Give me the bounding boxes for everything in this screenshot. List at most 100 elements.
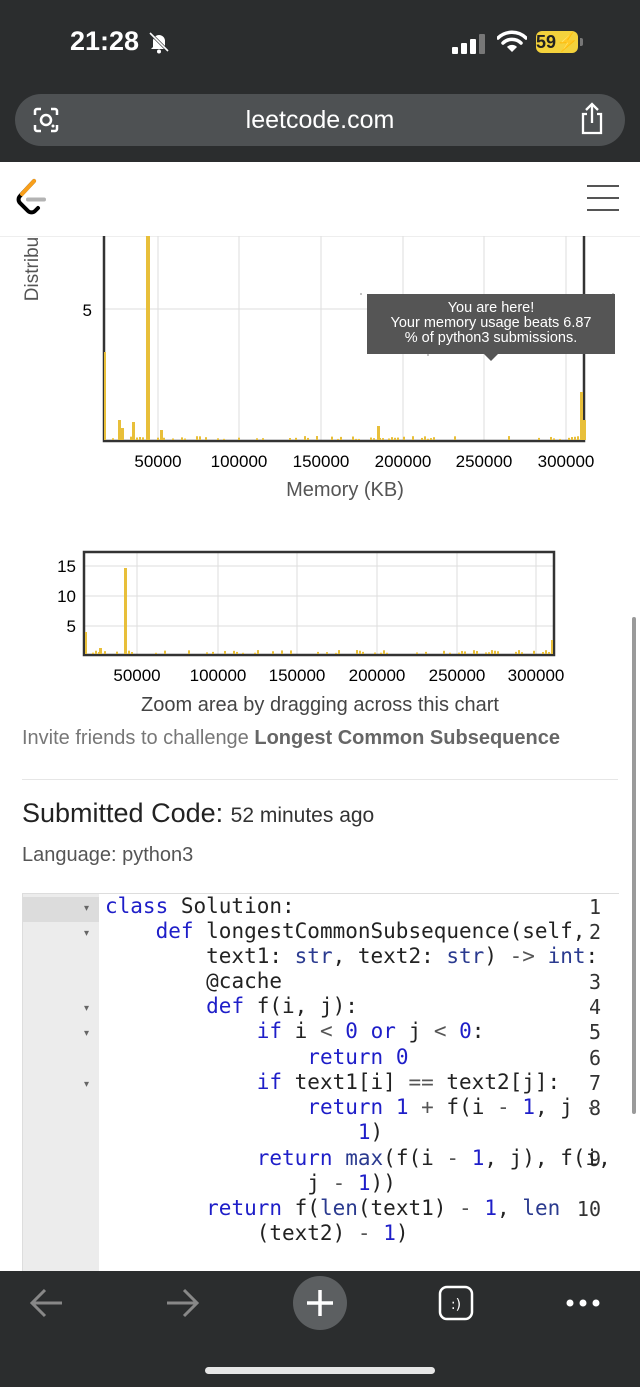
address-bar[interactable]: leetcode.com (15, 94, 625, 146)
overview-navigator-chart[interactable]: 15 10 5 50000 100000 150000 200000 25000… (0, 540, 640, 690)
forward-arrow-icon[interactable] (163, 1286, 201, 1320)
x-tick: 200000 (375, 452, 432, 471)
page-scrollbar[interactable] (632, 617, 636, 1114)
histogram-bar (485, 652, 487, 654)
x-tick: 150000 (293, 452, 350, 471)
leetcode-logo[interactable] (14, 178, 48, 218)
code-line: 1) (357, 1120, 384, 1144)
histogram-bar (130, 436, 132, 440)
page-scan-icon[interactable] (31, 105, 61, 135)
histogram-bar (488, 652, 490, 654)
histogram-bar (256, 438, 258, 440)
code-line: return f(len(text1) - 1, len (206, 1196, 561, 1220)
fold-arrow-icon[interactable]: ▾ (84, 1003, 89, 1014)
browser-top-bar: 21:28 59⚡ leetcode.com (0, 0, 640, 162)
battery-tip (580, 38, 583, 46)
invite-problem-link[interactable]: Longest Common Subsequence (254, 727, 560, 749)
histogram-bar (92, 652, 94, 654)
histogram-bar (508, 436, 510, 440)
tooltip-line: Your memory usage beats 6.87 (390, 315, 592, 331)
line-number: 2 (588, 920, 601, 944)
tooltip-pointer (484, 354, 498, 361)
x-axis-title: Memory (KB) (286, 479, 404, 501)
histogram-bar (397, 437, 399, 440)
line-number: 5 (588, 1020, 601, 1044)
more-options-icon[interactable] (565, 1298, 601, 1308)
histogram-bar (559, 438, 561, 440)
new-tab-button[interactable] (293, 1276, 347, 1330)
histogram-bar (172, 438, 174, 440)
line-number: 6 (588, 1046, 601, 1070)
histogram-bar (224, 650, 226, 654)
line-number: 4 (588, 995, 601, 1019)
back-arrow-icon[interactable] (28, 1286, 66, 1320)
histogram-bar (473, 650, 475, 654)
histogram-bar (124, 568, 127, 654)
x-tick: 300000 (538, 452, 595, 471)
histogram-bar (454, 436, 456, 440)
histogram-bar (515, 651, 517, 654)
histogram-bar (449, 652, 451, 654)
histogram-bar (497, 651, 499, 654)
histogram-bar (427, 438, 429, 440)
fold-arrow-icon[interactable]: ▾ (84, 928, 89, 939)
histogram-bar (316, 436, 318, 440)
histogram-bar (257, 650, 259, 654)
histogram-bar (118, 420, 121, 440)
y-tick: 15 (57, 557, 76, 576)
y-tick: 5 (83, 301, 92, 320)
submitted-code-heading: Submitted Code: 52 minutes ago (22, 798, 374, 829)
histogram-bar (568, 437, 570, 440)
histogram-bar (359, 650, 361, 654)
fold-arrow-icon[interactable]: ▾ (84, 1028, 89, 1039)
fold-arrow-icon[interactable]: ▾ (84, 903, 89, 914)
x-tick: 50000 (134, 452, 181, 471)
histogram-bar (188, 650, 190, 654)
histogram-bar (112, 438, 114, 440)
histogram-bar (380, 652, 382, 654)
code-line: @cache (206, 969, 283, 993)
histogram-bar (307, 437, 309, 440)
histogram-bar (132, 422, 135, 440)
histogram-bar (412, 436, 414, 440)
histogram-bar (331, 436, 333, 440)
x-tick: 250000 (456, 452, 513, 471)
tabs-icon[interactable]: :) (438, 1285, 474, 1321)
browser-bottom-toolbar: :) (0, 1271, 640, 1387)
histogram-bar (421, 437, 423, 440)
histogram-bar (163, 437, 165, 440)
histogram-bar (391, 437, 393, 440)
histogram-bar (217, 438, 219, 440)
histogram-bar (377, 426, 380, 440)
histogram-bar (545, 650, 547, 654)
submitted-title: Submitted Code: (22, 798, 224, 828)
x-tick: 150000 (269, 666, 326, 685)
status-time: 21:28 (70, 26, 140, 56)
histogram-bar (548, 652, 550, 654)
histogram-bar (464, 651, 466, 654)
share-icon[interactable] (577, 102, 607, 136)
fold-arrow-icon[interactable]: ▾ (84, 1079, 89, 1090)
submitted-time: 52 minutes ago (230, 804, 375, 827)
histogram-bar (160, 430, 163, 440)
histogram-bar (355, 438, 357, 440)
code-line: def longestCommonSubsequence(self, (155, 919, 586, 943)
svg-text::): :) (451, 1297, 461, 1313)
histogram-bar (157, 437, 159, 440)
zoom-hint: Zoom area by dragging across this chart (141, 694, 499, 716)
hamburger-menu-icon[interactable] (587, 184, 619, 212)
histogram-bar (374, 652, 376, 654)
histogram-bar (352, 436, 354, 440)
section-divider (22, 779, 618, 780)
code-line: class Solution: (105, 894, 295, 918)
code-editor[interactable]: 1 ▾ 2 ▾ 3 4 ▾ 5 ▾ 6 7 ▾ 8 9 10 class Sol… (22, 893, 619, 1272)
plus-icon (307, 1290, 333, 1316)
memory-distribution-chart[interactable]: 5 50000 100000 150000 200000 250000 3000… (0, 236, 640, 476)
home-indicator (205, 1367, 435, 1374)
histogram-bar (538, 437, 540, 440)
code-line: return 0 (307, 1045, 409, 1069)
histogram-bar (518, 650, 520, 654)
histogram-bar (356, 650, 358, 654)
histogram-bar (205, 437, 207, 440)
histogram-bar (164, 650, 166, 654)
